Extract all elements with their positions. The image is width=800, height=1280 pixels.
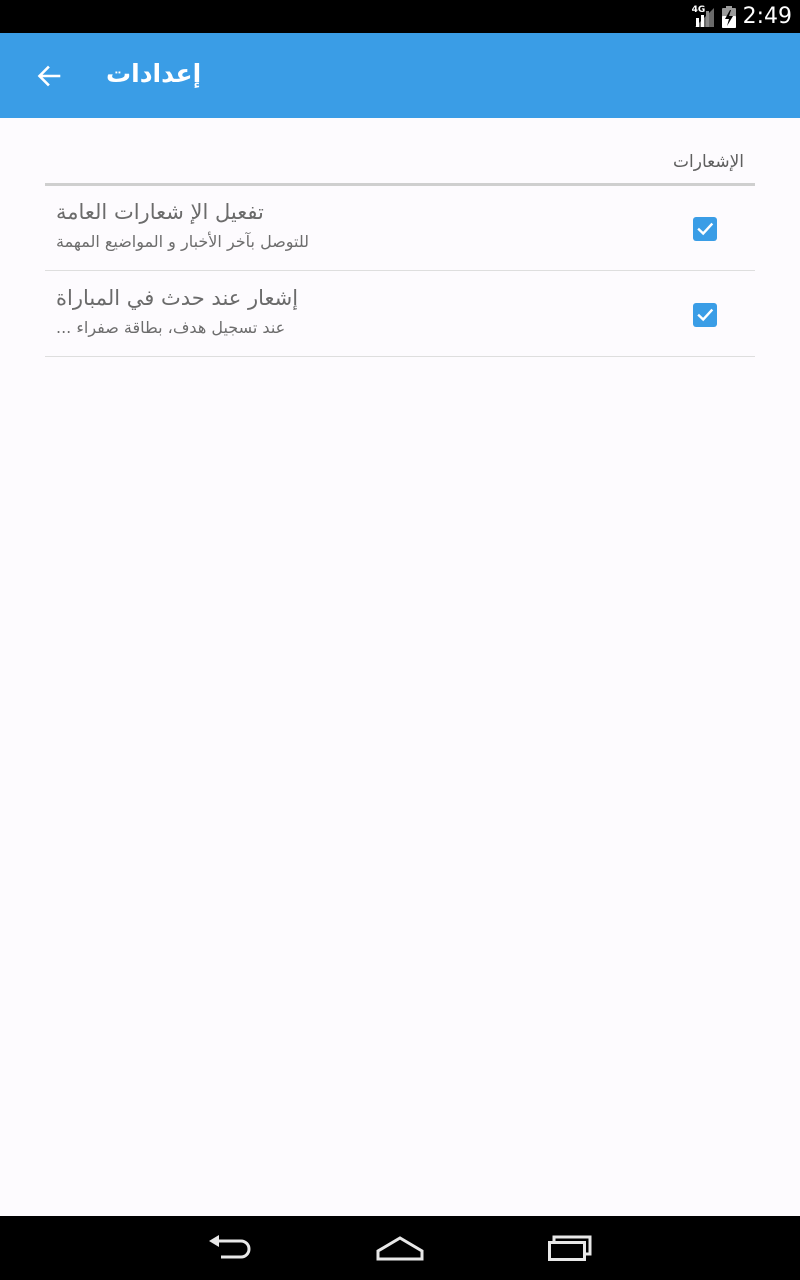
section-header-notifications: الإشعارات [673, 152, 744, 172]
pref-match-event-notifications[interactable]: إشعار عند حدث في المباراة عند تسجيل هدف،… [45, 272, 755, 357]
battery-icon [721, 5, 736, 28]
general-notifications-checkbox[interactable] [693, 217, 717, 241]
pref-title: تفعيل الإ شعارات العامة [56, 200, 264, 224]
recents-nav-icon [546, 1234, 594, 1262]
pref-summary: للتوصل بآخر الأخبار و المواضيع المهمة [56, 232, 310, 251]
network-type-label: 4G [691, 4, 706, 15]
row-divider [45, 270, 755, 271]
nav-home-button[interactable] [350, 1216, 450, 1280]
nav-recents-button[interactable] [520, 1216, 620, 1280]
checkmark-icon [696, 306, 714, 324]
back-nav-icon [207, 1234, 253, 1262]
pref-general-notifications[interactable]: تفعيل الإ شعارات العامة للتوصل بآخر الأخ… [45, 186, 755, 271]
match-event-notifications-checkbox[interactable] [693, 303, 717, 327]
page-title: إعدادات [106, 59, 202, 88]
status-time: 2:49 [742, 4, 792, 29]
nav-back-button[interactable] [180, 1216, 280, 1280]
arrow-back-icon [37, 64, 61, 88]
app-bar: إعدادات [0, 33, 800, 118]
status-icons: 4G 2:49 [691, 0, 792, 33]
checkmark-icon [696, 220, 714, 238]
pref-summary: عند تسجيل هدف، بطاقة صفراء ... [56, 318, 286, 337]
navigation-bar [0, 1216, 800, 1280]
signal-icon: 4G [691, 4, 715, 28]
back-button[interactable] [28, 55, 70, 97]
row-divider [45, 356, 755, 357]
pref-title: إشعار عند حدث في المباراة [56, 286, 299, 310]
status-bar: 4G 2:49 [0, 0, 800, 33]
home-nav-icon [375, 1234, 425, 1262]
